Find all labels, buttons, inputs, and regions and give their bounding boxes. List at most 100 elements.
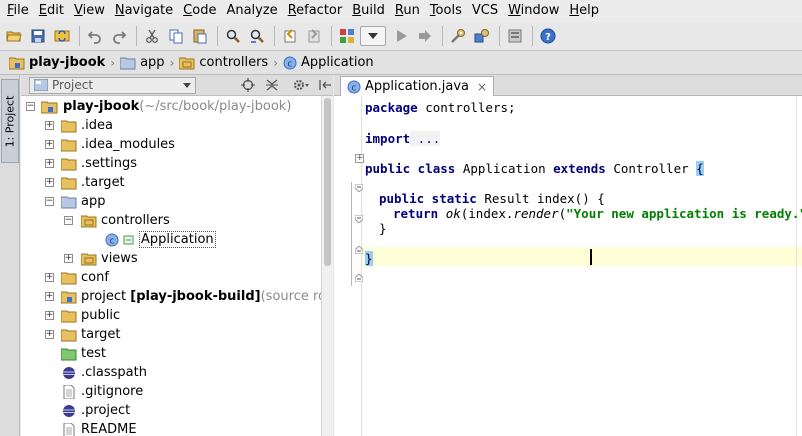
- menu-window[interactable]: Window: [503, 0, 564, 22]
- tree-item-project-module[interactable]: project [play-jbook-build] (source ro: [61, 287, 321, 306]
- menu-run[interactable]: Run: [390, 0, 425, 22]
- expand-toggle[interactable]: +: [64, 254, 73, 263]
- expand-toggle[interactable]: +: [45, 273, 54, 282]
- paste-icon[interactable]: [189, 25, 211, 47]
- tree-item-label: .idea: [81, 118, 113, 133]
- tree-item-dot-project[interactable]: .project: [61, 401, 130, 420]
- menu-file[interactable]: File: [2, 0, 34, 22]
- find-icon[interactable]: [222, 25, 244, 47]
- expand-toggle[interactable]: +: [45, 330, 54, 339]
- tree-item-application[interactable]: c Application: [105, 230, 216, 249]
- tree-item-readme[interactable]: README: [61, 420, 137, 436]
- tree-item-path: (source ro: [260, 289, 321, 304]
- tree-item-label: README: [81, 422, 137, 436]
- gear-icon[interactable]: [293, 77, 310, 93]
- code-line: public static Result index() {: [379, 191, 605, 206]
- project-structure-icon[interactable]: [471, 25, 493, 47]
- breadcrumb-application[interactable]: c Application: [280, 55, 377, 70]
- tab-application-java[interactable]: c Application.java ×: [340, 76, 495, 96]
- package-folder-icon: [179, 57, 195, 69]
- svg-text:c: c: [288, 59, 293, 69]
- hide-panel-icon[interactable]: [317, 77, 333, 93]
- menu-analyze[interactable]: Analyze: [221, 0, 282, 22]
- structure-icon[interactable]: [336, 25, 358, 47]
- menu-navigate[interactable]: Navigate: [110, 0, 178, 22]
- project-view-selector[interactable]: Project: [29, 76, 197, 94]
- run-icon[interactable]: [390, 25, 412, 47]
- project-tool-tab[interactable]: 1: Project: [1, 79, 19, 163]
- menu-help[interactable]: Help: [564, 0, 604, 22]
- undo-icon[interactable]: [84, 25, 106, 47]
- breadcrumb-app[interactable]: app: [117, 55, 167, 70]
- tree-item-classpath[interactable]: .classpath: [61, 363, 147, 382]
- replace-icon[interactable]: [246, 25, 268, 47]
- project-panel-header: Project: [21, 75, 333, 96]
- tree-item-label: play-jbook: [63, 99, 140, 114]
- menu-view[interactable]: View: [69, 0, 110, 22]
- cut-icon[interactable]: [141, 25, 163, 47]
- menu-vcs[interactable]: VCS: [467, 0, 503, 22]
- help-icon[interactable]: ?: [537, 25, 559, 47]
- code-editor[interactable]: package controllers; import ... public c…: [362, 96, 802, 436]
- scrollbar-thumb[interactable]: [324, 98, 331, 266]
- tree-item-label: test: [81, 346, 106, 361]
- breadcrumb-controllers[interactable]: controllers: [176, 55, 271, 70]
- sync-icon[interactable]: [51, 25, 73, 47]
- collapse-toggle[interactable]: −: [26, 102, 35, 111]
- locate-icon[interactable]: [240, 77, 256, 93]
- expand-toggle[interactable]: +: [45, 292, 54, 301]
- toolbar-separator: [274, 26, 275, 46]
- collapse-toggle[interactable]: −: [64, 216, 73, 225]
- menu-edit[interactable]: Edit: [34, 0, 69, 22]
- tree-item-root[interactable]: play-jbook (~/src/book/play-jbook): [41, 97, 291, 116]
- save-icon[interactable]: [27, 25, 49, 47]
- editor-panel: c Application.java × + package controlle…: [334, 75, 802, 436]
- menu-tools[interactable]: Tools: [425, 0, 467, 22]
- menu-build[interactable]: Build: [347, 0, 390, 22]
- tree-item-gitignore[interactable]: .gitignore: [61, 382, 143, 401]
- tree-item-settings[interactable]: .settings: [61, 154, 137, 173]
- expand-toggle[interactable]: +: [45, 140, 54, 149]
- breadcrumb-project[interactable]: play-jbook: [6, 55, 108, 70]
- collapse-all-icon[interactable]: [264, 77, 280, 93]
- tree-item-views[interactable]: views: [81, 249, 138, 268]
- tree-item-app[interactable]: app: [61, 192, 105, 211]
- tree-item-controllers[interactable]: controllers: [81, 211, 170, 230]
- tree-item-label: .settings: [81, 156, 137, 171]
- folder-icon: [61, 272, 77, 284]
- tree-item-label: .idea_modules: [81, 137, 175, 152]
- menu-refactor[interactable]: Refactor: [283, 0, 348, 22]
- sdk-icon[interactable]: [504, 25, 526, 47]
- tree-item-label: app: [81, 194, 106, 209]
- menu-code[interactable]: Code: [178, 0, 221, 22]
- debug-icon[interactable]: [414, 25, 436, 47]
- settings-icon[interactable]: [447, 25, 469, 47]
- tree-item-idea[interactable]: .idea: [61, 116, 113, 135]
- tree-item-public[interactable]: public: [61, 306, 120, 325]
- tree-item-label: views: [101, 251, 138, 266]
- close-icon[interactable]: ×: [477, 80, 487, 94]
- forward-icon[interactable]: [303, 25, 325, 47]
- copy-icon[interactable]: [165, 25, 187, 47]
- tree-item-label: .project: [81, 403, 131, 418]
- expand-toggle[interactable]: +: [45, 311, 54, 320]
- tree-item-path: (~/src/book/play-jbook): [139, 99, 292, 114]
- expand-toggle[interactable]: +: [45, 178, 54, 187]
- open-folder-icon[interactable]: [3, 25, 25, 47]
- back-icon[interactable]: [279, 25, 301, 47]
- tree-item-test[interactable]: test: [61, 344, 106, 363]
- redo-icon[interactable]: [108, 25, 130, 47]
- class-icon: c: [105, 233, 119, 246]
- tree-item-dot-target[interactable]: .target: [61, 173, 125, 192]
- expand-toggle[interactable]: +: [45, 159, 54, 168]
- project-scrollbar[interactable]: [321, 96, 333, 436]
- svg-text:c: c: [110, 236, 115, 246]
- run-config-dropdown[interactable]: [360, 26, 386, 46]
- tree-item-label: .classpath: [81, 365, 147, 380]
- expand-toggle[interactable]: +: [45, 121, 54, 130]
- tree-item-target[interactable]: target: [61, 325, 121, 344]
- project-tree: − play-jbook (~/src/book/play-jbook) + .…: [21, 96, 321, 436]
- tree-item-idea-modules[interactable]: .idea_modules: [61, 135, 175, 154]
- collapse-toggle[interactable]: −: [45, 197, 54, 206]
- tree-item-conf[interactable]: conf: [61, 268, 109, 287]
